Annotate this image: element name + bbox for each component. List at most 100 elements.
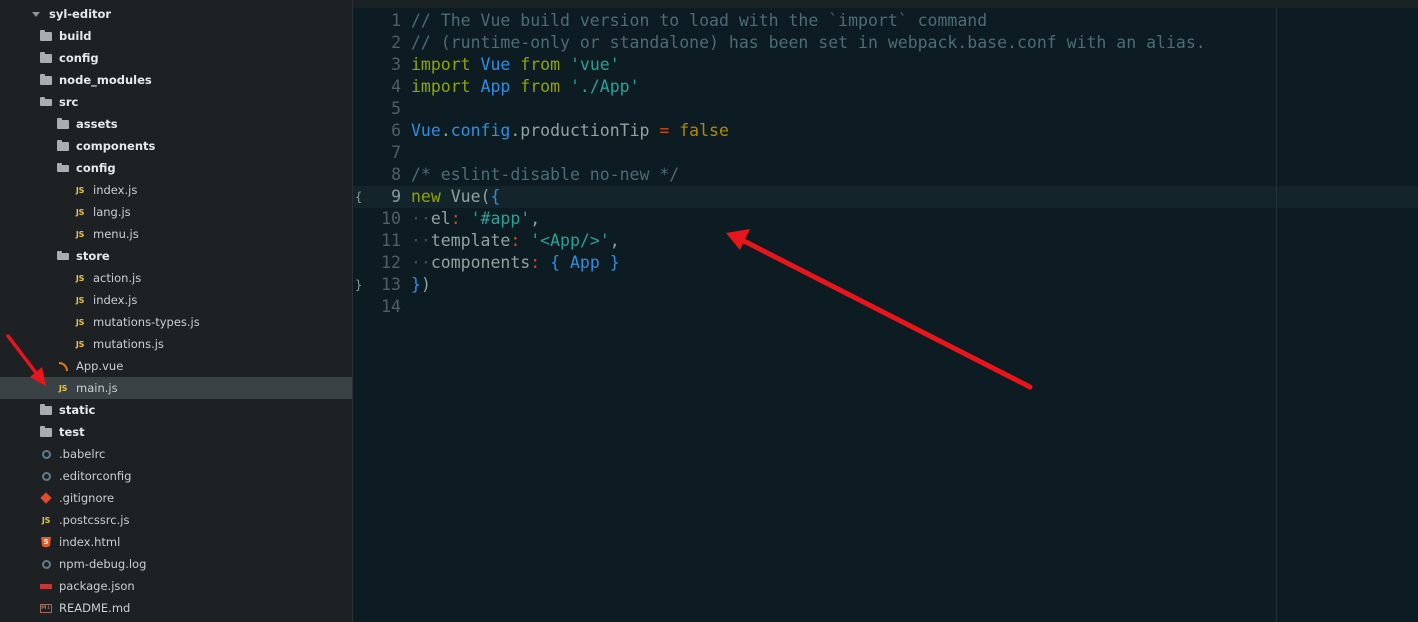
code-line: // (runtime-only or standalone) has been…: [411, 33, 1206, 52]
folder-icon: [40, 73, 52, 86]
tree-item[interactable]: syl-editor: [0, 3, 352, 25]
git-icon: [40, 492, 52, 504]
line-number: 11: [381, 231, 401, 250]
line-number: 2: [391, 33, 401, 52]
gear-icon: [40, 558, 52, 570]
line-number: 10: [381, 209, 401, 228]
code-line: ··el: '#app',: [411, 209, 541, 228]
markdown-icon: M↓: [39, 603, 53, 613]
code-line: import App from './App': [411, 77, 640, 96]
tree-item[interactable]: 5 index.html: [0, 531, 352, 553]
tree-item-label: components: [76, 139, 156, 153]
fold-marker-icon[interactable]: }: [355, 274, 362, 296]
tree-item-label: config: [76, 161, 116, 175]
tree-item[interactable]: M↓ README.md: [0, 597, 352, 619]
line-number: 4: [391, 77, 401, 96]
gear-icon: [40, 448, 52, 460]
tree-item-label: test: [59, 425, 85, 439]
tree-item[interactable]: JS menu.js: [0, 223, 352, 245]
line-number: 3: [391, 55, 401, 74]
tree-item[interactable]: JS main.js: [0, 377, 352, 399]
tree-item[interactable]: JS index.js: [0, 289, 352, 311]
code-content[interactable]: // The Vue build version to load with th…: [411, 10, 1206, 318]
tree-item[interactable]: .babelrc: [0, 443, 352, 465]
js-file-icon: JS: [75, 207, 85, 217]
tree-item[interactable]: store: [0, 245, 352, 267]
gear-icon: [40, 470, 52, 482]
tree-item-label: config: [59, 51, 99, 65]
js-file-icon: JS: [58, 383, 68, 393]
code-line: import Vue from 'vue': [411, 55, 620, 74]
tree-item-label: index.js: [93, 293, 138, 307]
js-file-icon: JS: [75, 185, 85, 195]
tree-item-label: App.vue: [76, 359, 124, 373]
folder-icon: [40, 403, 52, 416]
editor-window: syl-editor build config node_modulessrc asse…: [0, 0, 1418, 622]
tree-item[interactable]: src: [0, 91, 352, 113]
tree-item[interactable]: App.vue: [0, 355, 352, 377]
tree-item-label: .editorconfig: [59, 469, 132, 483]
tree-item-label: action.js: [93, 271, 142, 285]
line-number: 13}: [355, 274, 401, 296]
fold-marker-icon[interactable]: {: [355, 186, 362, 208]
js-file-icon: JS: [75, 295, 85, 305]
tree-item-label: lang.js: [93, 205, 131, 219]
code-line: ··template: '<App/>',: [411, 231, 620, 250]
js-file-icon: JS: [75, 339, 85, 349]
line-number: 14: [381, 297, 401, 316]
code-editor[interactable]: 1 2 3 4 5 6 7 8 9{10 11 12 13} 14 // The Vue build v…: [353, 0, 1418, 622]
tree-item-label: menu.js: [93, 227, 139, 241]
tree-item[interactable]: JS .postcssrc.js: [0, 509, 352, 531]
line-number: 1: [391, 11, 401, 30]
tree-item[interactable]: JS lang.js: [0, 201, 352, 223]
tree-item-label: index.js: [93, 183, 138, 197]
tree-item-label: mutations.js: [93, 337, 164, 351]
tree-item[interactable]: components: [0, 135, 352, 157]
tree-item-label: syl-editor: [49, 7, 112, 21]
tree-item[interactable]: JS action.js: [0, 267, 352, 289]
tree-item-label: src: [59, 95, 79, 109]
tree-item[interactable]: assets: [0, 113, 352, 135]
line-number: 8: [391, 165, 401, 184]
tree-item-label: package.json: [59, 579, 135, 593]
folder-icon: [57, 139, 69, 152]
tree-item-label: store: [76, 249, 110, 263]
tree-item[interactable]: node_modules: [0, 69, 352, 91]
npm-icon: [40, 580, 52, 592]
tree-item-label: main.js: [76, 381, 118, 395]
tree-item-label: .postcssrc.js: [59, 513, 130, 527]
folder-open-icon: [57, 162, 69, 174]
folder-icon: [40, 29, 52, 42]
tree-item-label: index.html: [59, 535, 121, 549]
html5-icon: 5: [40, 536, 52, 548]
folder-icon: [40, 425, 52, 438]
tree-item[interactable]: JS mutations.js: [0, 333, 352, 355]
tree-item[interactable]: package.json: [0, 575, 352, 597]
tree-item[interactable]: build: [0, 25, 352, 47]
vue-file-icon: [57, 360, 69, 372]
tree-item[interactable]: .gitignore: [0, 487, 352, 509]
tree-item[interactable]: test: [0, 421, 352, 443]
tree-item[interactable]: JS index.js: [0, 179, 352, 201]
tree-item-label: assets: [76, 117, 118, 131]
line-number: 9{: [355, 186, 401, 208]
line-number: 7: [391, 143, 401, 162]
tree-item[interactable]: npm-debug.log: [0, 553, 352, 575]
tree-item[interactable]: config: [0, 157, 352, 179]
tree-item[interactable]: JS mutations-types.js: [0, 311, 352, 333]
tree-item[interactable]: .editorconfig: [0, 465, 352, 487]
js-file-icon: JS: [75, 273, 85, 283]
tree-item-label: .gitignore: [59, 491, 115, 505]
js-file-icon: JS: [75, 317, 85, 327]
js-file-icon: JS: [41, 515, 51, 525]
tree-item[interactable]: config: [0, 47, 352, 69]
tree-item[interactable]: static: [0, 399, 352, 421]
line-number: 5: [391, 99, 401, 118]
folder-open-icon: [57, 250, 69, 262]
line-number-gutter: 1 2 3 4 5 6 7 8 9{10 11 12 13} 14: [353, 10, 401, 318]
tree-item-label: npm-debug.log: [59, 557, 147, 571]
folder-icon: [57, 117, 69, 130]
